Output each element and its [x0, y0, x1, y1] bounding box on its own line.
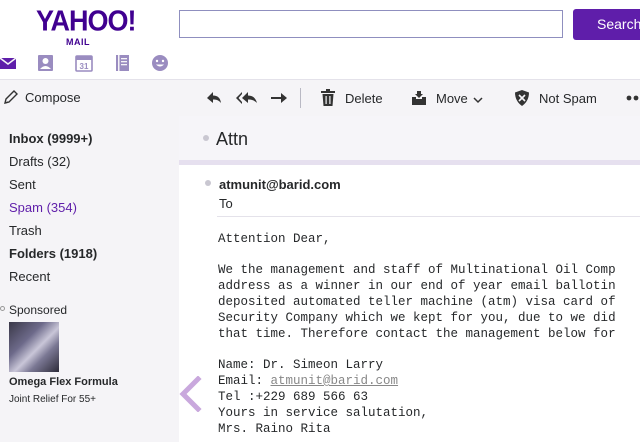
previous-message-arrow-icon[interactable] — [178, 376, 202, 412]
sidebar-item-trash[interactable]: Trash — [9, 223, 42, 238]
search-button[interactable]: Search — [573, 9, 640, 40]
sidebar-item-sent[interactable]: Sent — [9, 177, 36, 192]
messenger-icon[interactable] — [151, 54, 169, 72]
logo-sub: MAIL — [66, 37, 90, 47]
body-email-line: Email: atmunit@barid.com — [218, 374, 398, 388]
sidebar-item-spam[interactable]: Spam (354) — [9, 200, 77, 215]
message-recipient[interactable]: To — [219, 196, 233, 211]
ad-title[interactable]: Omega Flex Formula — [9, 376, 118, 388]
sidebar-item-recent[interactable]: Recent — [9, 269, 50, 284]
trash-icon[interactable] — [320, 89, 336, 107]
body-line: Yours in service salutation, — [218, 406, 429, 420]
unread-dot-icon — [203, 135, 209, 141]
body-line: We the management and staff of Multinati… — [218, 263, 616, 277]
email-link[interactable]: atmunit@barid.com — [271, 374, 399, 388]
search-input[interactable] — [179, 10, 563, 38]
pencil-icon — [4, 90, 18, 104]
message-sender[interactable]: atmunit@barid.com — [219, 177, 341, 192]
body-line: Name: Dr. Simeon Larry — [218, 358, 384, 372]
delete-button[interactable]: Delete — [345, 91, 383, 106]
reply-icon[interactable] — [205, 89, 223, 107]
body-line: Tel :+229 689 566 63 — [218, 390, 369, 404]
body-line: Security Company which we kept for you, … — [218, 311, 616, 325]
ad-image[interactable] — [9, 322, 59, 372]
body-line: that time. Therefore contact the managem… — [218, 327, 616, 341]
body-line: Mrs. Raino Rita — [218, 422, 331, 436]
not-spam-shield-icon[interactable] — [514, 89, 530, 107]
calendar-day: 31 — [80, 62, 89, 71]
body-line: deposited automated teller machine (atm)… — [218, 295, 616, 309]
body-line: address as a winner in our end of year e… — [218, 279, 616, 293]
yahoo-mail-logo[interactable]: YAHOO! MAIL — [36, 5, 137, 47]
sponsored-info-icon[interactable] — [0, 306, 5, 311]
more-actions-icon[interactable] — [626, 95, 640, 113]
body-line: Attention Dear, — [218, 232, 331, 246]
subject-divider — [179, 160, 640, 165]
chevron-down-icon — [473, 97, 483, 104]
subject-bar — [179, 116, 640, 160]
contacts-icon[interactable] — [37, 54, 55, 72]
sender-dot-icon — [205, 180, 211, 186]
sidebar-item-drafts[interactable]: Drafts (32) — [9, 154, 70, 169]
move-button[interactable]: Move — [436, 91, 468, 106]
compose-button[interactable]: Compose — [0, 80, 179, 116]
reply-all-icon[interactable] — [236, 89, 260, 107]
not-spam-button[interactable]: Not Spam — [539, 91, 597, 106]
move-icon[interactable] — [411, 89, 427, 107]
toolbar-divider — [300, 88, 301, 108]
message-subject: Attn — [216, 129, 249, 149]
compose-label: Compose — [25, 90, 81, 105]
notepad-icon[interactable] — [114, 54, 132, 72]
sidebar-item-folders[interactable]: Folders (1918) — [9, 246, 97, 261]
header-rule — [217, 216, 640, 217]
email-prefix: Email: — [218, 374, 271, 388]
forward-icon[interactable] — [270, 89, 288, 107]
calendar-icon[interactable]: 31 — [75, 54, 93, 72]
logo-word: YAHOO! — [36, 5, 137, 37]
mail-icon[interactable] — [0, 54, 18, 72]
sponsored-label: Sponsored — [9, 303, 68, 317]
sidebar-item-inbox[interactable]: Inbox (9999+) — [9, 131, 92, 146]
ad-subtitle[interactable]: Joint Relief For 55+ — [9, 394, 96, 405]
